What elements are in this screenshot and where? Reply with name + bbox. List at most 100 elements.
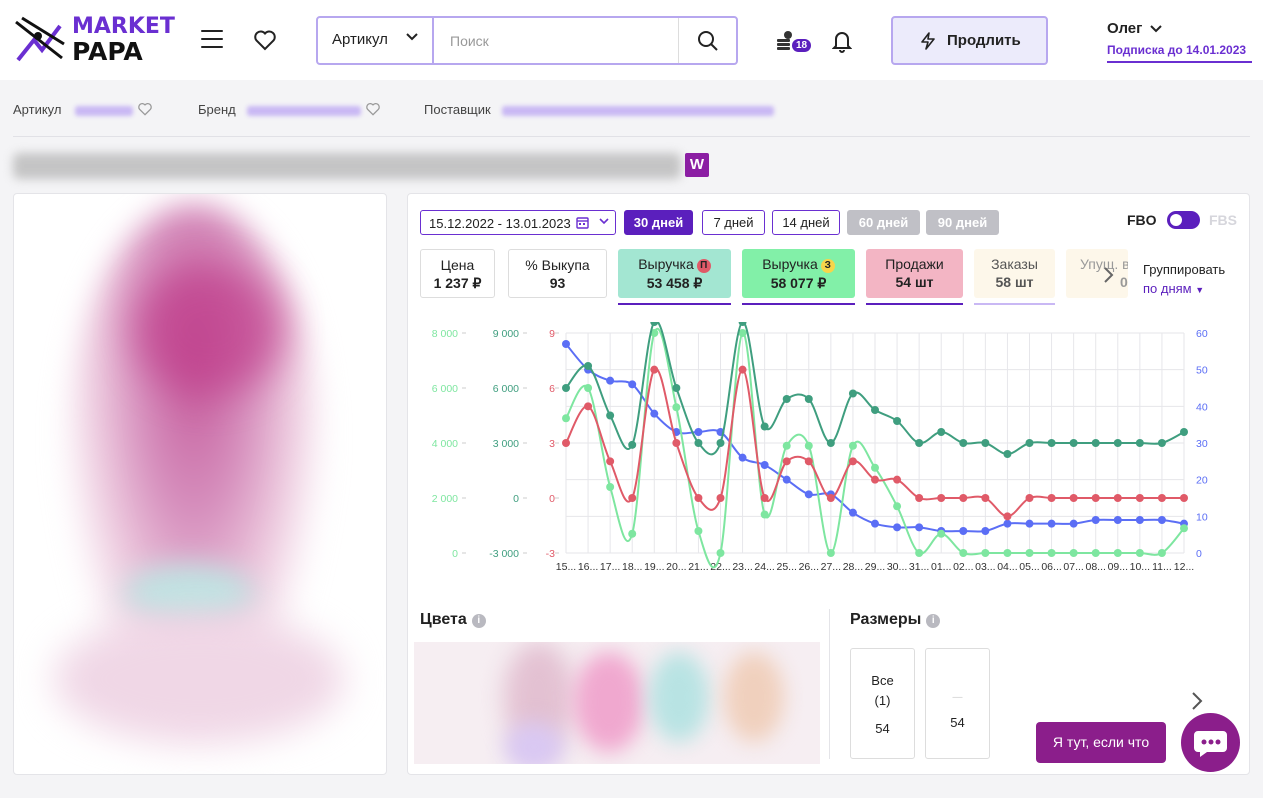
grouping-select[interactable]: по дням ▼ bbox=[1143, 279, 1225, 300]
data-point[interactable] bbox=[1113, 439, 1122, 447]
data-point[interactable] bbox=[760, 494, 769, 502]
data-point[interactable] bbox=[694, 494, 703, 502]
info-icon[interactable]: i bbox=[926, 614, 941, 628]
data-point[interactable] bbox=[826, 439, 835, 447]
data-point[interactable] bbox=[694, 428, 703, 436]
search-button[interactable] bbox=[678, 18, 736, 63]
data-point[interactable] bbox=[959, 439, 968, 447]
extend-button[interactable]: Продлить bbox=[891, 16, 1048, 65]
data-point[interactable] bbox=[628, 494, 637, 502]
data-point[interactable] bbox=[606, 411, 615, 420]
chevron-right-icon[interactable] bbox=[1097, 264, 1119, 286]
data-point[interactable] bbox=[584, 362, 593, 370]
data-point[interactable] bbox=[1180, 494, 1188, 502]
data-point[interactable] bbox=[672, 403, 681, 412]
metric-orders[interactable]: Заказы 58 шт bbox=[974, 249, 1055, 305]
notifications-coins[interactable]: 18 bbox=[776, 30, 812, 56]
data-point[interactable] bbox=[1069, 519, 1078, 528]
data-point[interactable] bbox=[1091, 549, 1100, 557]
data-point[interactable] bbox=[959, 549, 968, 557]
period-90-days[interactable]: 90 дней bbox=[926, 210, 999, 235]
data-point[interactable] bbox=[871, 406, 879, 414]
data-point[interactable] bbox=[871, 519, 879, 528]
data-point[interactable] bbox=[804, 457, 813, 466]
data-point[interactable] bbox=[760, 422, 769, 431]
period-60-days[interactable]: 60 дней bbox=[847, 210, 920, 235]
data-point[interactable] bbox=[1003, 519, 1012, 528]
fbo-fbs-toggle[interactable] bbox=[1167, 211, 1200, 229]
info-icon[interactable]: i bbox=[471, 614, 486, 628]
data-point[interactable] bbox=[782, 475, 791, 484]
chat-button[interactable] bbox=[1181, 713, 1240, 772]
data-point[interactable] bbox=[915, 494, 924, 502]
data-point[interactable] bbox=[716, 549, 725, 557]
data-point[interactable] bbox=[628, 380, 637, 389]
data-point[interactable] bbox=[1025, 439, 1034, 447]
data-point[interactable] bbox=[848, 389, 857, 398]
data-point[interactable] bbox=[893, 502, 902, 511]
subscription-link[interactable]: Подписка до 14.01.2023 bbox=[1107, 43, 1252, 63]
period-30-days[interactable]: 30 дней bbox=[624, 210, 693, 235]
data-point[interactable] bbox=[915, 549, 924, 557]
data-point[interactable] bbox=[1113, 494, 1122, 502]
data-point[interactable] bbox=[959, 494, 968, 502]
brand-value-blurred[interactable] bbox=[247, 105, 362, 116]
data-point[interactable] bbox=[1157, 549, 1166, 557]
data-point[interactable] bbox=[893, 523, 902, 532]
data-point[interactable] bbox=[694, 527, 703, 535]
search-type-select[interactable]: Артикул bbox=[318, 18, 434, 63]
data-point[interactable] bbox=[694, 439, 703, 447]
size-card-all[interactable]: Все (1) 54 bbox=[850, 648, 915, 759]
data-point[interactable] bbox=[1091, 439, 1100, 447]
metric-revenue-z[interactable]: Выручка З 58 077 ₽ bbox=[742, 249, 855, 305]
data-point[interactable] bbox=[1069, 494, 1078, 502]
menu-icon[interactable] bbox=[201, 30, 223, 48]
data-point[interactable] bbox=[1003, 512, 1012, 521]
data-point[interactable] bbox=[1113, 516, 1122, 524]
data-point[interactable] bbox=[915, 439, 924, 447]
data-point[interactable] bbox=[650, 365, 659, 374]
data-point[interactable] bbox=[893, 417, 902, 425]
data-point[interactable] bbox=[981, 527, 990, 535]
data-point[interactable] bbox=[1113, 549, 1122, 557]
data-point[interactable] bbox=[1025, 519, 1034, 528]
data-point[interactable] bbox=[606, 376, 615, 385]
data-point[interactable] bbox=[650, 322, 659, 326]
data-point[interactable] bbox=[981, 549, 990, 557]
data-point[interactable] bbox=[738, 453, 747, 462]
data-point[interactable] bbox=[1180, 524, 1188, 533]
supplier-value-blurred[interactable] bbox=[502, 105, 775, 116]
data-point[interactable] bbox=[804, 490, 813, 499]
metric-sales[interactable]: Продажи 54 шт bbox=[866, 249, 963, 305]
logo[interactable]: MARKET PAPA bbox=[12, 14, 175, 66]
data-point[interactable] bbox=[1135, 494, 1144, 502]
data-point[interactable] bbox=[1069, 439, 1078, 447]
data-point[interactable] bbox=[893, 475, 902, 484]
data-point[interactable] bbox=[1157, 516, 1166, 524]
data-point[interactable] bbox=[1047, 439, 1056, 447]
data-point[interactable] bbox=[1025, 549, 1034, 557]
data-point[interactable] bbox=[1180, 428, 1188, 436]
data-point[interactable] bbox=[606, 457, 615, 466]
heart-icon[interactable] bbox=[365, 102, 381, 116]
search-input[interactable] bbox=[436, 18, 680, 63]
data-point[interactable] bbox=[1135, 549, 1144, 557]
data-point[interactable] bbox=[1047, 519, 1056, 528]
data-point[interactable] bbox=[848, 508, 857, 517]
data-point[interactable] bbox=[937, 494, 946, 502]
data-point[interactable] bbox=[782, 457, 791, 466]
data-point[interactable] bbox=[760, 510, 769, 519]
data-point[interactable] bbox=[782, 441, 791, 450]
data-point[interactable] bbox=[937, 529, 946, 538]
data-point[interactable] bbox=[1047, 494, 1056, 502]
metric-buyout[interactable]: % Выкупа 93 bbox=[508, 249, 607, 298]
data-point[interactable] bbox=[1157, 439, 1166, 447]
data-point[interactable] bbox=[981, 439, 990, 447]
user-menu[interactable]: Олег Подписка до 14.01.2023 bbox=[1107, 20, 1252, 63]
data-point[interactable] bbox=[628, 440, 637, 449]
data-point[interactable] bbox=[804, 395, 813, 403]
metric-revenue-p[interactable]: Выручка П 53 458 ₽ bbox=[618, 249, 731, 305]
data-point[interactable] bbox=[1091, 516, 1100, 524]
data-point[interactable] bbox=[672, 439, 681, 447]
data-point[interactable] bbox=[672, 384, 681, 392]
